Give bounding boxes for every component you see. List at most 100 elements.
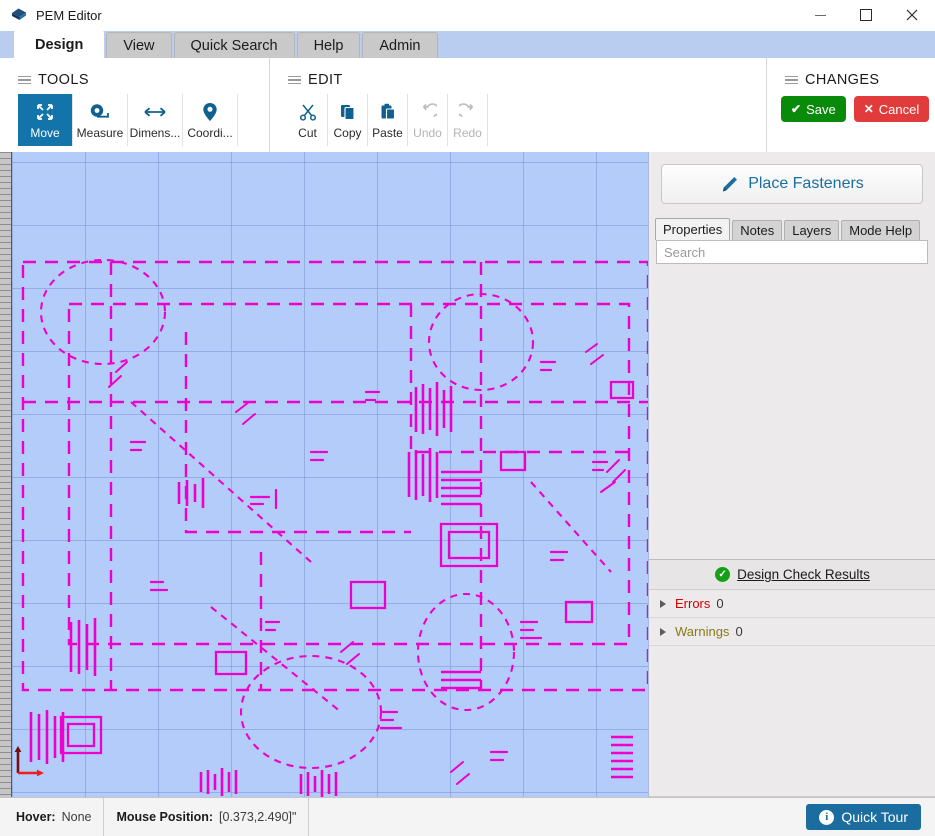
design-check-results-header[interactable]: ✓ Design Check Results [649,559,935,590]
right-panel: Place Fasteners Properties Notes Layers … [648,152,935,797]
hover-value: None [61,810,92,824]
application-window: PEM Editor Design View Quick Search Help… [0,0,935,836]
edit-copy-label: Copy [333,126,362,140]
title-bar: PEM Editor [0,0,935,31]
x-icon: ✕ [863,102,874,116]
mouse-position-value: [0.373,2.490]" [219,810,297,824]
edit-copy-button[interactable]: Copy [328,94,368,146]
hamburger-icon [288,75,301,85]
ribbon-group-tools: TOOLS Move Measure Dimens... Coordi... [0,58,270,152]
status-mouse-position: Mouse Position: [0.373,2.490]" [104,798,310,836]
tools-button-row: Move Measure Dimens... Coordi... [18,94,269,146]
warnings-count: 0 [735,624,743,639]
check-icon: ✔ [791,102,802,116]
origin-axes-icon [14,746,44,777]
map-pin-icon [202,100,218,124]
copy-pages-icon [339,100,357,124]
mouse-position-label: Mouse Position: [116,810,214,824]
edit-undo-label: Undo [413,126,442,140]
cancel-button[interactable]: ✕ Cancel [853,96,930,122]
close-icon[interactable] [889,0,935,30]
edit-redo-label: Redo [453,126,482,140]
design-check-results-panel: ✓ Design Check Results Errors 0 Warnings… [649,559,935,797]
info-icon: i [819,809,835,825]
quick-tour-button[interactable]: i Quick Tour [806,804,921,830]
edit-cut-button[interactable]: Cut [288,94,328,146]
pcb-drawing [21,258,648,797]
tab-mode-help[interactable]: Mode Help [841,220,921,240]
ribbon: TOOLS Move Measure Dimens... Coordi... E… [0,58,935,152]
save-button-label: Save [806,101,836,117]
design-check-results-link[interactable]: Design Check Results [737,567,870,582]
scissors-icon [299,100,317,124]
design-check-empty-area [649,646,935,797]
edit-undo-button[interactable]: Undo [408,94,448,146]
ribbon-group-changes: CHANGES ✔ Save ✕ Cancel [767,58,935,152]
hamburger-icon [18,75,31,85]
window-controls [797,0,935,30]
tab-help[interactable]: Help [296,32,361,58]
pem-diamond-icon [10,6,28,24]
place-fasteners-label: Place Fasteners [748,175,864,192]
edit-paste-button[interactable]: Paste [368,94,408,146]
tool-move-button[interactable]: Move [18,94,73,146]
chevron-right-icon [660,599,666,608]
tool-coordinates-button[interactable]: Coordi... [183,94,238,146]
properties-content [656,274,929,554]
design-check-row-errors[interactable]: Errors 0 [649,590,935,618]
warnings-label: Warnings [675,624,730,639]
vertical-ruler[interactable] [0,152,12,797]
redo-arrow-icon [458,100,477,124]
edit-paste-label: Paste [372,126,403,140]
maximize-icon[interactable] [843,0,889,30]
clipboard-paste-icon [379,100,397,124]
panel-tabs: Properties Notes Layers Mode Help [655,218,935,240]
tab-notes[interactable]: Notes [732,220,783,240]
tools-group-title: TOOLS [38,72,89,88]
tool-measure-label: Measure [76,126,124,140]
changes-group-title: CHANGES [805,72,880,88]
dimension-arrow-icon [143,100,167,124]
status-hover: Hover: None [0,798,105,836]
tab-quick-search[interactable]: Quick Search [173,32,295,58]
tool-coordinates-label: Coordi... [187,126,233,140]
edit-cut-label: Cut [298,126,317,140]
tab-design[interactable]: Design [14,30,105,58]
search-input[interactable] [656,240,928,264]
panel-search-wrap [649,240,935,264]
cancel-button-label: Cancel [878,101,920,117]
green-check-icon: ✓ [715,567,731,582]
chevron-right-icon [660,627,666,636]
ribbon-tabs: Design View Quick Search Help Admin [14,30,440,58]
tab-admin[interactable]: Admin [362,32,438,58]
tape-measure-icon [89,100,111,124]
save-button[interactable]: ✔ Save [781,96,846,122]
quick-tour-label: Quick Tour [841,809,908,825]
tab-layers[interactable]: Layers [784,220,840,240]
edit-group-header: EDIT [288,68,766,92]
edit-button-row: Cut Copy Paste Undo Redo [288,94,766,146]
errors-label: Errors [675,596,711,611]
minimize-icon[interactable] [797,0,843,30]
changes-group-header: CHANGES [785,68,935,92]
tool-move-label: Move [30,126,60,140]
errors-count: 0 [716,596,724,611]
status-bar: Hover: None Mouse Position: [0.373,2.490… [0,797,935,836]
edit-group-title: EDIT [308,72,343,88]
tools-group-header: TOOLS [18,68,269,92]
fastener-screwdriver-icon [720,175,739,194]
design-canvas-area[interactable] [0,152,648,797]
tab-properties[interactable]: Properties [655,218,731,240]
undo-arrow-icon [419,100,437,124]
changes-button-row: ✔ Save ✕ Cancel [781,96,935,122]
tool-dimensions-label: Dimens... [129,126,181,140]
tool-dimensions-button[interactable]: Dimens... [128,94,183,146]
edit-redo-button[interactable]: Redo [448,94,488,146]
design-check-row-warnings[interactable]: Warnings 0 [649,618,935,646]
window-title: PEM Editor [36,7,102,23]
design-canvas[interactable] [11,152,648,797]
tab-view[interactable]: View [106,32,172,58]
place-fasteners-button[interactable]: Place Fasteners [661,164,923,204]
move-arrows-icon [35,100,55,124]
tool-measure-button[interactable]: Measure [73,94,128,146]
